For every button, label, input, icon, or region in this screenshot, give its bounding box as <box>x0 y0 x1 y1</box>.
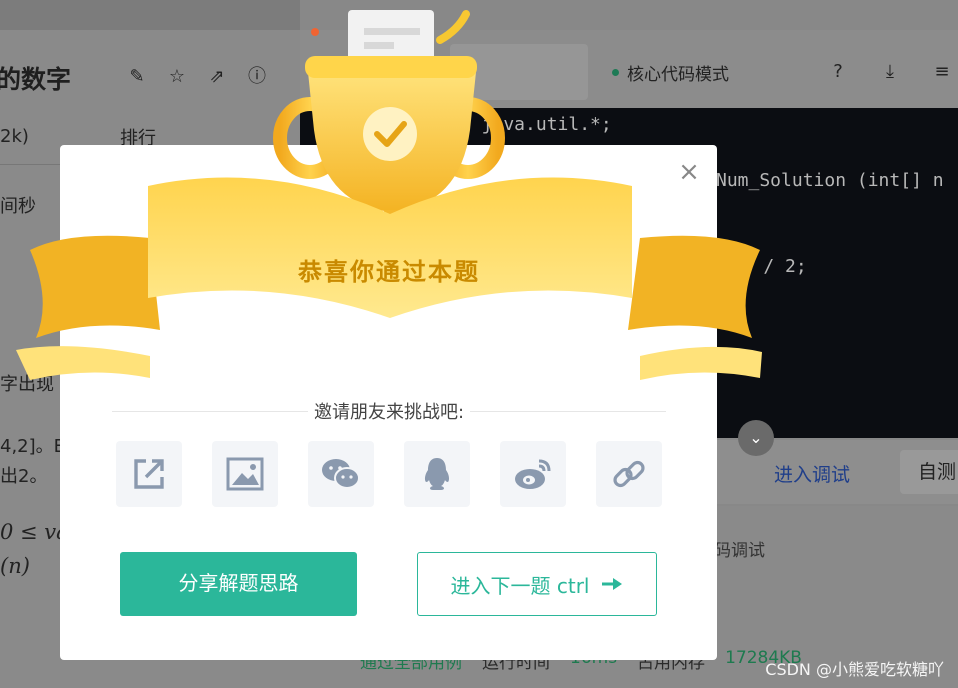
invite-row: 邀请朋友来挑战吧: <box>112 398 667 424</box>
watermark: CSDN @小熊爱吃软糖吖 <box>765 660 944 679</box>
math-fragment: 0 ≤ va <box>0 520 69 544</box>
code-line: Num_Solution (int[] n <box>716 170 944 191</box>
arrow-right-icon <box>602 578 623 590</box>
invite-text: 邀请朋友来挑战吧: <box>313 402 465 423</box>
top-strip <box>0 0 300 30</box>
submission-count: 2k) <box>0 126 29 147</box>
time-limit-text: 间秒 <box>0 196 36 217</box>
share-image-button[interactable] <box>212 441 278 507</box>
problem-toolbar: ✎ ☆ ⇗ ⓘ <box>126 66 268 88</box>
status-dot <box>612 69 619 76</box>
mode-indicator[interactable]: 核心代码模式 <box>612 60 729 85</box>
share-external-button[interactable] <box>116 441 182 507</box>
share-out-icon[interactable]: ⇗ <box>206 66 228 88</box>
editor-icons: ? ⤓ ≡ <box>826 60 954 84</box>
self-test-button[interactable]: 自测 <box>900 450 958 494</box>
share-solution-button[interactable]: 分享解题思路 <box>120 552 357 616</box>
problem-title: 的数字 <box>0 65 72 94</box>
info-icon[interactable]: ⓘ <box>246 66 268 88</box>
link-icon <box>613 460 645 488</box>
share-link-button[interactable] <box>596 441 662 507</box>
share-qq-button[interactable] <box>404 441 470 507</box>
mode-label: 核心代码模式 <box>627 65 729 85</box>
math-fragment: (n) <box>0 554 30 578</box>
download-icon[interactable]: ⤓ <box>878 60 902 84</box>
enter-debug-link[interactable]: 进入调试 <box>774 460 850 487</box>
description-fragment: 4,2]。E <box>0 436 66 457</box>
description-fragment: 出2。 <box>0 466 48 487</box>
divider <box>112 410 308 412</box>
close-icon[interactable]: × <box>678 159 700 185</box>
check-badge <box>363 107 417 161</box>
divider <box>470 410 667 412</box>
share-options <box>116 441 662 507</box>
qq-icon <box>424 458 450 490</box>
code-debug-label: 码调试 <box>714 541 765 561</box>
star-icon[interactable]: ☆ <box>166 66 188 88</box>
external-share-icon <box>134 459 164 489</box>
edit-icon[interactable]: ✎ <box>126 66 148 88</box>
congrats-title: 恭喜你通过本题 <box>298 258 480 286</box>
image-icon <box>226 457 264 491</box>
help-icon[interactable]: ? <box>826 60 850 84</box>
next-problem-label: 进入下一题 ctrl <box>450 573 590 598</box>
wechat-icon <box>322 459 360 489</box>
chevron-down-icon[interactable]: ⌄ <box>738 420 774 456</box>
next-problem-button[interactable]: 进入下一题 ctrl <box>417 552 657 616</box>
share-weibo-button[interactable] <box>500 441 566 507</box>
weibo-icon <box>515 459 551 489</box>
settings-icon[interactable]: ≡ <box>930 60 954 84</box>
share-wechat-button[interactable] <box>308 441 374 507</box>
